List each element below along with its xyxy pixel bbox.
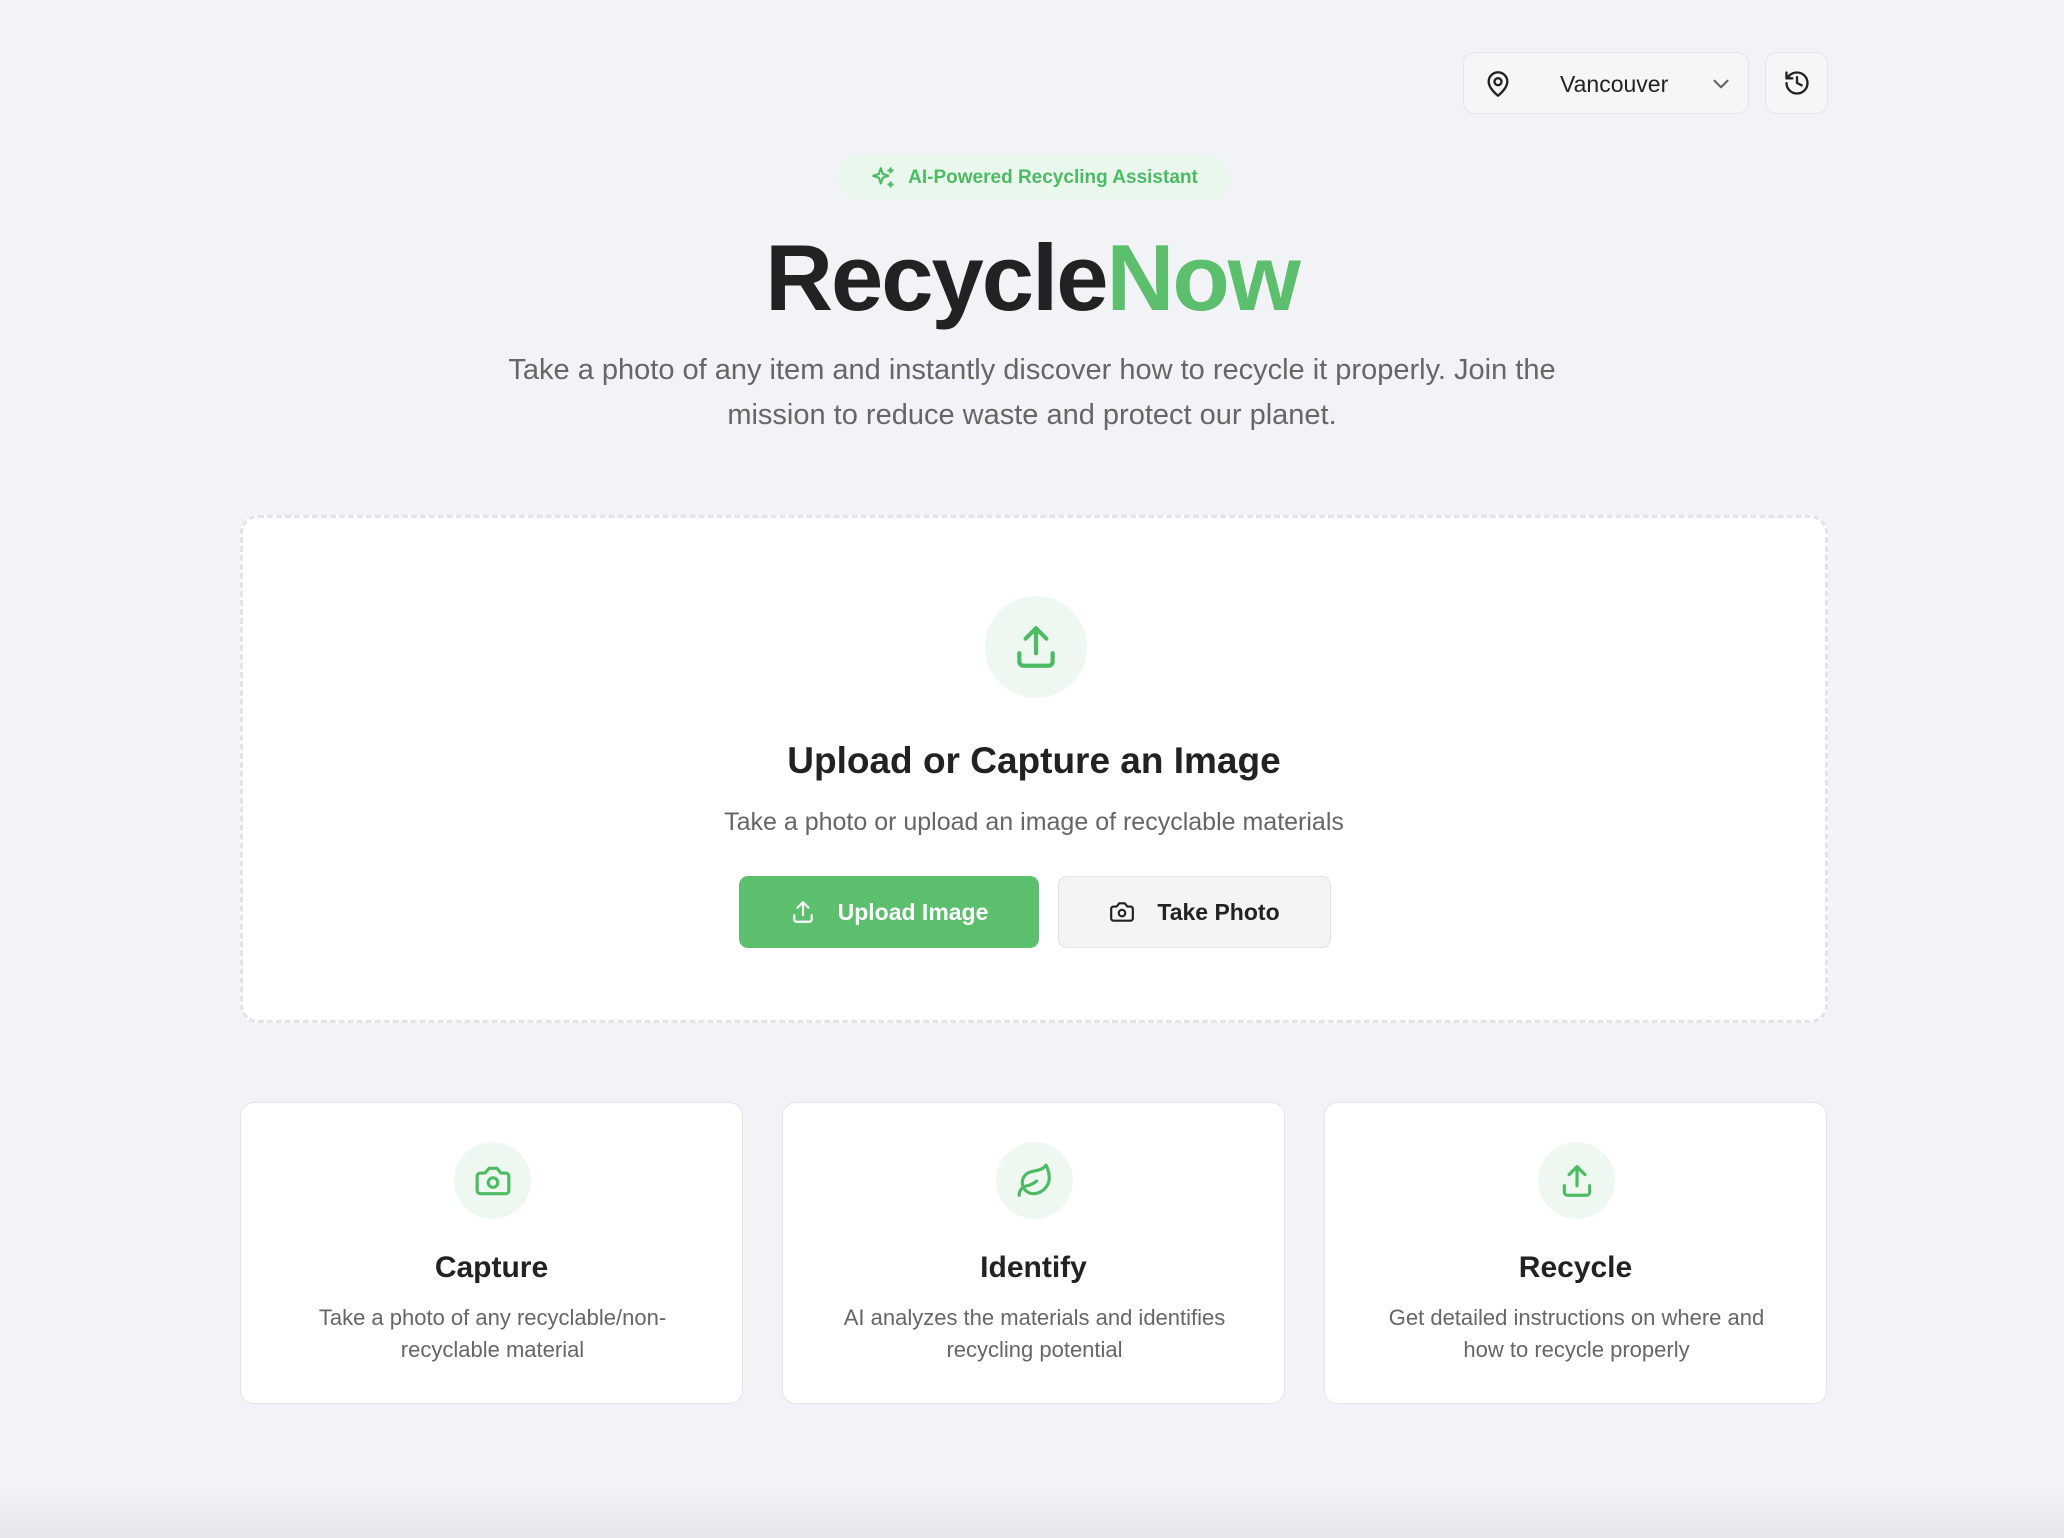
feature-title: Capture [434,1251,549,1284]
feature-icon-circle [1538,1142,1615,1219]
camera-icon [1109,899,1135,925]
take-photo-label: Take Photo [1157,898,1280,925]
badge-text: AI-Powered Recycling Assistant [908,166,1198,188]
upload-icon [790,899,816,925]
feature-card-identify: Identify AI analyzes the materials and i… [782,1102,1285,1404]
hero-subtitle: Take a photo of any item and instantly d… [508,354,1556,431]
feature-icon-circle [996,1142,1073,1219]
feature-card-recycle: Recycle Get detailed instructions on whe… [1324,1102,1827,1404]
upload-icon [1558,1162,1596,1200]
upload-image-button[interactable]: Upload Image [739,876,1039,948]
history-button[interactable] [1765,52,1828,114]
camera-icon [474,1162,512,1200]
feature-description: Take a photo of any recyclable/non-recyc… [318,1305,667,1362]
feature-title: Recycle [1518,1251,1633,1284]
upload-icon-circle [985,596,1087,698]
location-select[interactable]: Vancouver [1463,52,1749,114]
feature-card-capture: Capture Take a photo of any recyclable/n… [240,1102,743,1404]
feature-title: Identify [980,1251,1087,1284]
upload-dropzone[interactable]: Upload or Capture an Image Take a photo … [240,515,1828,1023]
upload-subheading: Take a photo or upload an image of recyc… [724,808,1344,836]
upload-image-label: Upload Image [837,898,989,925]
history-icon [1783,69,1811,97]
title-part-recycle: Recycle [765,225,1108,330]
map-pin-icon [1484,70,1512,98]
upload-heading: Upload or Capture an Image [787,740,1281,781]
feature-description: AI analyzes the materials and identifies… [843,1305,1226,1362]
upload-icon [1011,622,1061,672]
feature-description: Get detailed instructions on where and h… [1388,1305,1765,1362]
title-part-now: Now [1106,225,1300,330]
ai-badge: AI-Powered Recycling Assistant [838,155,1230,200]
leaf-icon [1016,1162,1054,1200]
page: Vancouver AI-Powered Recycling Assistant [0,0,2064,1538]
page-title: RecycleNow [0,222,2064,334]
location-value: Vancouver [1560,71,1669,97]
take-photo-button[interactable]: Take Photo [1058,876,1331,948]
sparkles-icon [870,165,896,191]
bottom-shade [0,1490,2064,1538]
feature-icon-circle [454,1142,531,1219]
chevron-down-icon [1708,71,1734,97]
